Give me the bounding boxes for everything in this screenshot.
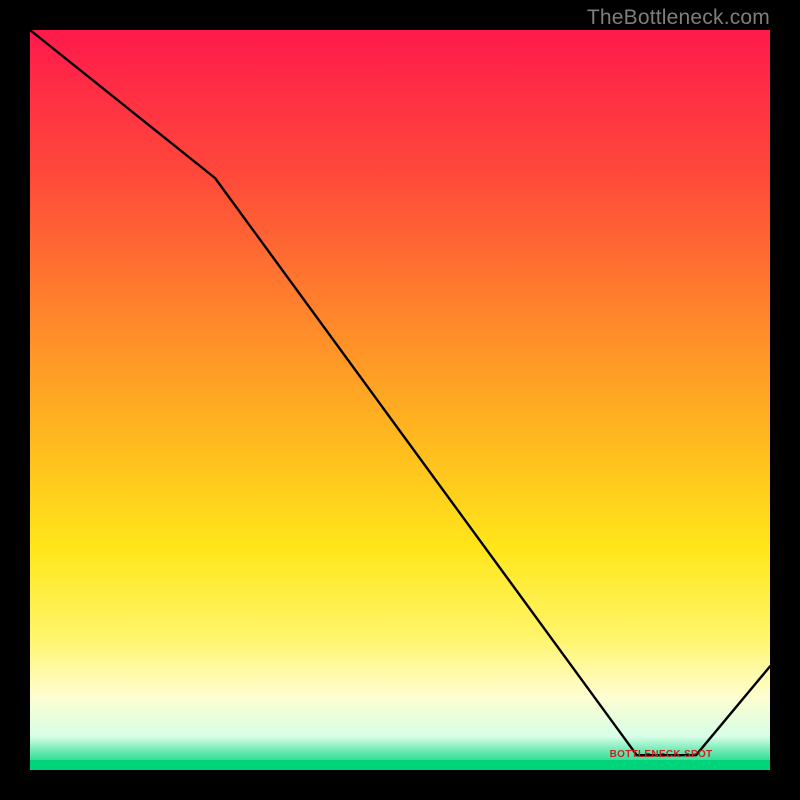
chart-svg (30, 30, 770, 770)
chart-stage: TheBottleneck.com BOTTLENECK SPOT (0, 0, 800, 800)
gradient-background (30, 30, 770, 770)
watermark-text: TheBottleneck.com (587, 6, 770, 30)
bottom-green-band (30, 760, 770, 770)
bottleneck-spot-annotation: BOTTLENECK SPOT (610, 749, 713, 760)
plot-area (30, 30, 770, 770)
